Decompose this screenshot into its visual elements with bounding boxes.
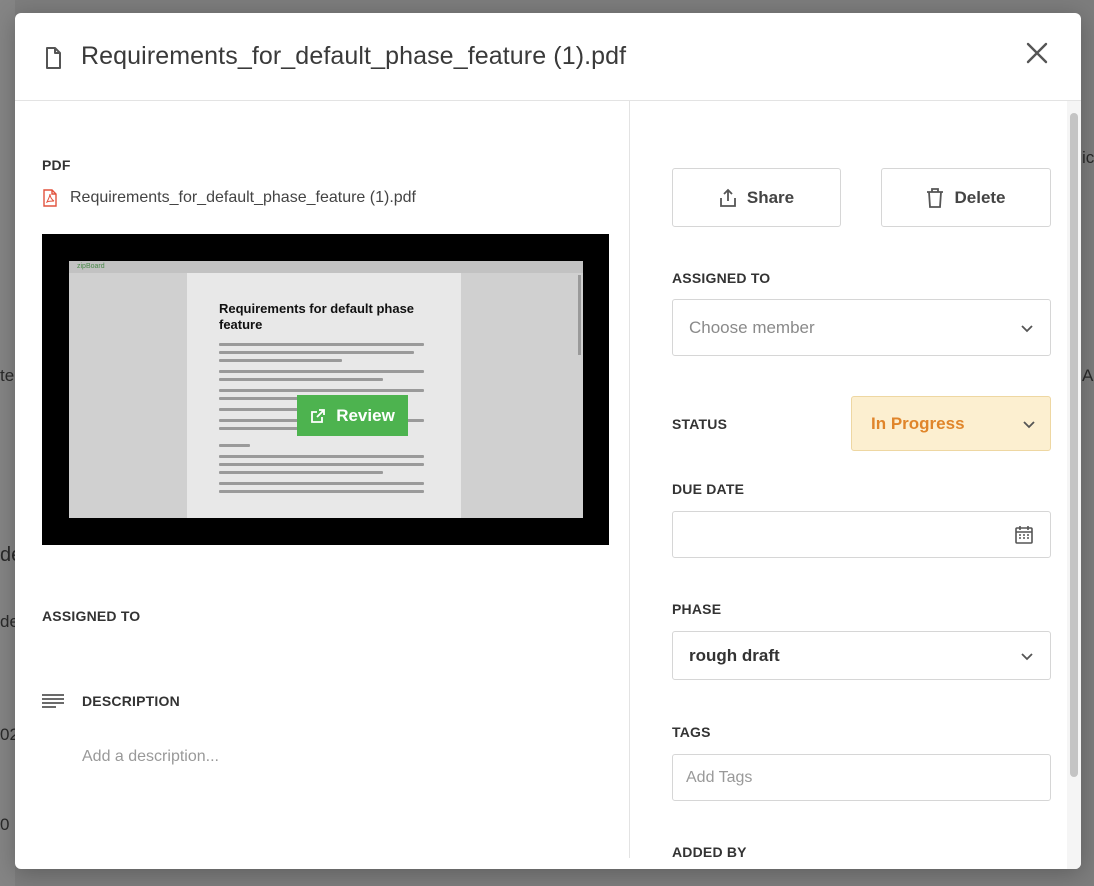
attached-file-link[interactable]: Requirements_for_default_phase_feature (… [42, 189, 416, 207]
share-icon [719, 188, 736, 207]
modal-title: Requirements_for_default_phase_feature (… [81, 42, 627, 70]
chevron-down-icon [1021, 324, 1033, 332]
modal-scrollbar-thumb[interactable] [1070, 113, 1078, 777]
tags-label: TAGS [672, 724, 711, 740]
description-icon [42, 694, 64, 708]
file-type-label: PDF [42, 157, 71, 173]
calendar-icon[interactable] [1014, 525, 1034, 545]
assignee-select[interactable]: Choose member [672, 299, 1051, 356]
review-button-label: Review [336, 405, 395, 425]
external-link-icon [311, 408, 326, 423]
added-by-label: ADDED BY [672, 844, 747, 860]
assignee-placeholder: Choose member [689, 317, 815, 337]
preview-page: zipBoard Requirements for default phase … [69, 261, 583, 518]
phase-value: rough draft [689, 645, 780, 665]
chevron-down-icon [1021, 652, 1033, 660]
background-text: te [0, 366, 15, 385]
background-text: Ad [1082, 366, 1094, 385]
file-details-modal: Requirements_for_default_phase_feature (… [15, 13, 1081, 869]
review-button[interactable]: Review [297, 395, 408, 436]
modal-header: Requirements_for_default_phase_feature (… [15, 13, 1081, 101]
left-panel: PDF Requirements_for_default_phase_featu… [15, 101, 629, 869]
background-text: ic [1082, 148, 1094, 167]
chevron-down-icon [1023, 420, 1035, 428]
tags-input[interactable]: Add Tags [672, 754, 1051, 801]
phase-select[interactable]: rough draft [672, 631, 1051, 680]
description-label: DESCRIPTION [82, 693, 180, 709]
background-sidebar [0, 0, 15, 886]
attached-file-name: Requirements_for_default_phase_feature (… [70, 189, 416, 206]
description-input[interactable]: Add a description... [82, 748, 219, 766]
close-icon[interactable] [1025, 41, 1049, 65]
background-text: 0 [0, 815, 10, 834]
preview-scrollbar [578, 275, 581, 355]
preview-app-logo: zipBoard [69, 261, 583, 273]
description-heading-row: DESCRIPTION [42, 693, 180, 709]
right-panel: Share Delete ASSIGNED TO Choose member S… [630, 101, 1066, 869]
share-label: Share [746, 187, 795, 207]
assigned-to-label: ASSIGNED TO [672, 270, 771, 286]
delete-label: Delete [954, 187, 1006, 207]
due-date-input[interactable] [672, 511, 1051, 558]
status-select[interactable]: In Progress [851, 396, 1051, 451]
due-date-label: DUE DATE [672, 481, 745, 497]
phase-label: PHASE [672, 601, 722, 617]
preview-doc-title: Requirements for default phase feature [219, 301, 415, 332]
share-button[interactable]: Share [672, 168, 841, 227]
pdf-file-icon [43, 189, 57, 207]
file-icon [46, 46, 61, 69]
delete-button[interactable]: Delete [881, 168, 1051, 227]
status-label: STATUS [672, 416, 728, 432]
tags-placeholder: Add Tags [686, 768, 753, 786]
trash-icon [927, 187, 944, 208]
status-value: In Progress [871, 413, 965, 433]
assigned-to-heading: ASSIGNED TO [42, 608, 141, 624]
document-preview[interactable]: zipBoard Requirements for default phase … [42, 234, 609, 545]
